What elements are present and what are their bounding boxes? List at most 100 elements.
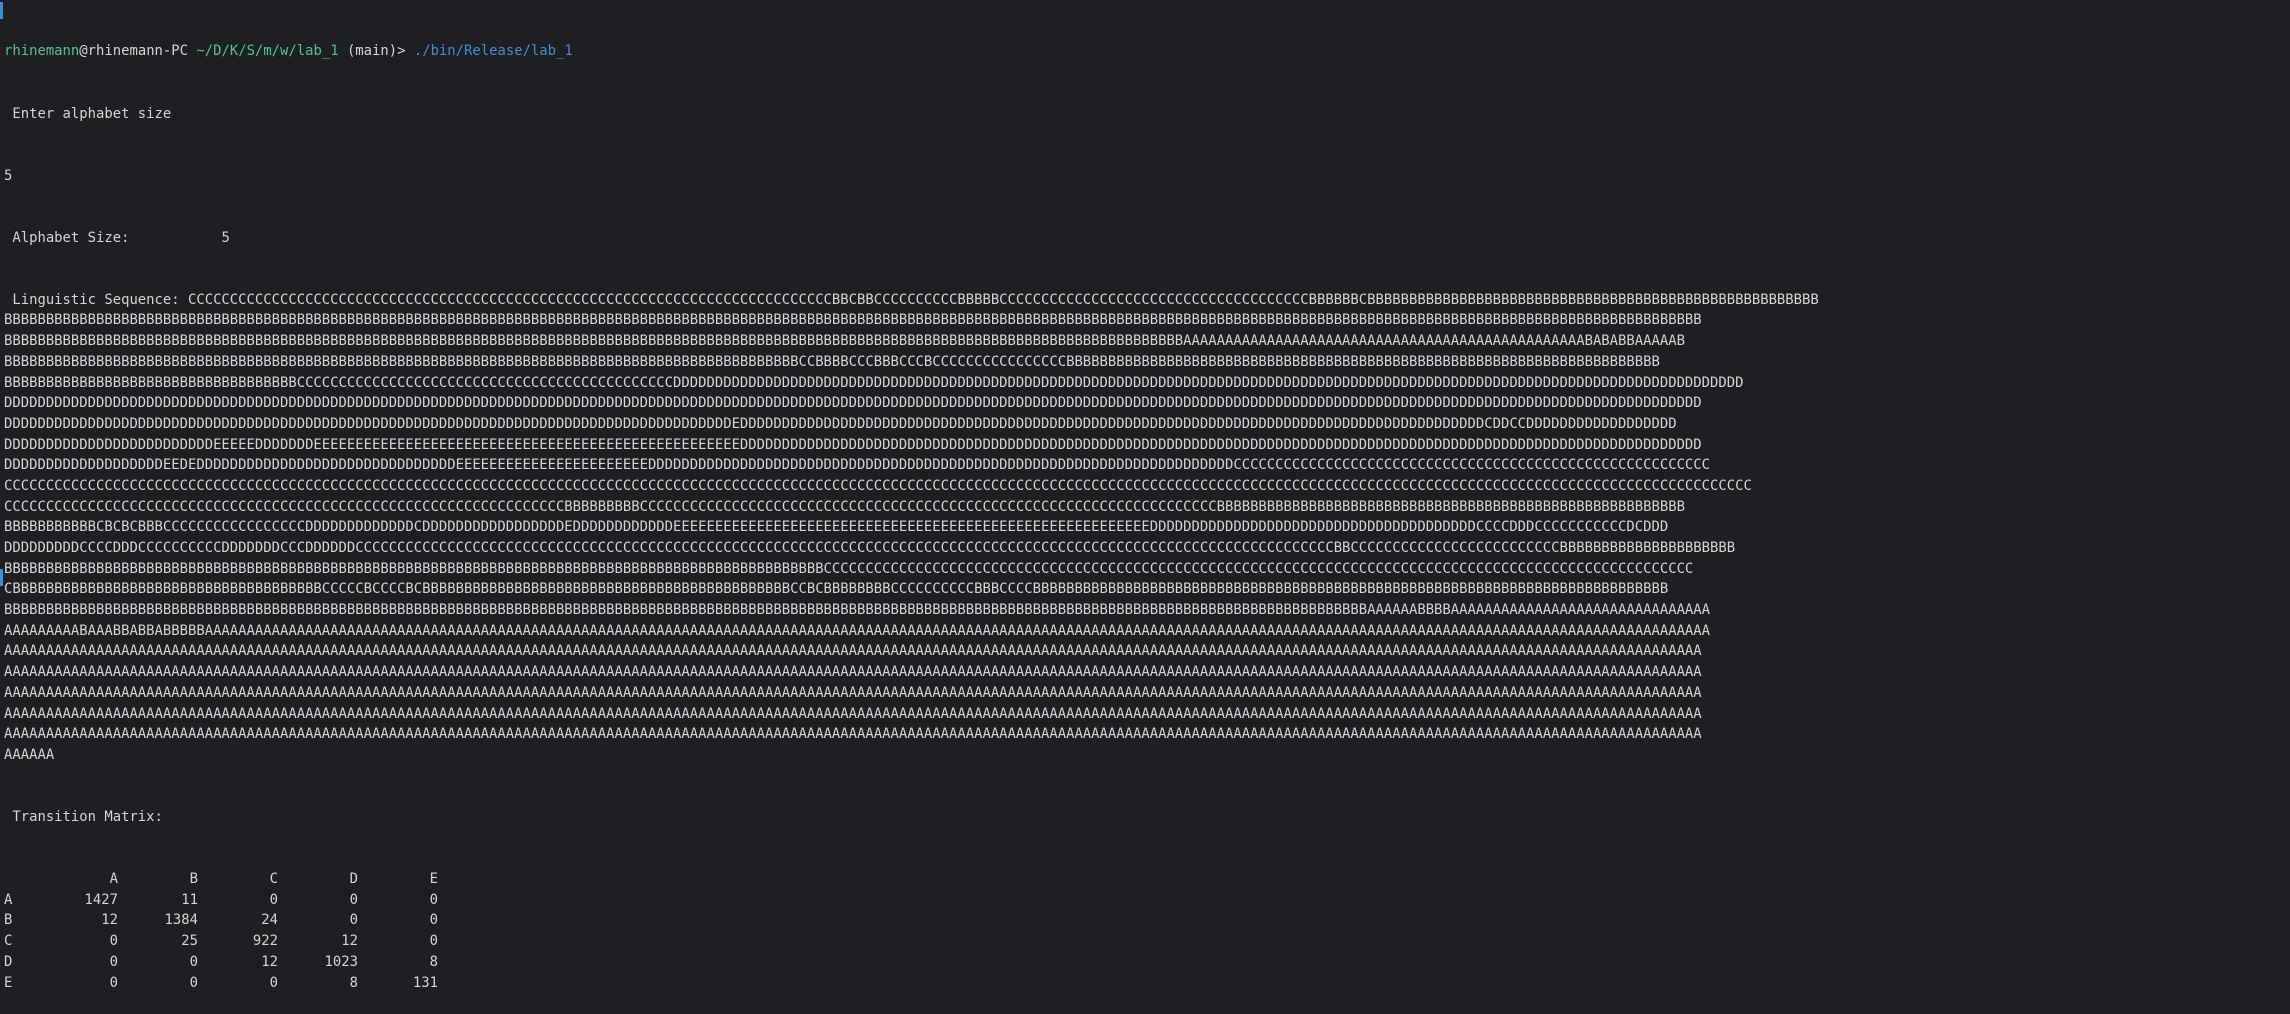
matrix-cell: 0 — [429, 933, 438, 950]
command-text: ./bin/Release/lab_1 — [413, 43, 573, 60]
matrix-cell: 24 — [261, 912, 278, 929]
matrix-row-label: A — [4, 891, 13, 908]
matrix-header-row: A B C D E — [4, 869, 2290, 890]
matrix-cell: 0 — [109, 933, 118, 950]
matrix-column-header: B — [189, 871, 198, 888]
sequence-line: CCCCCCCCCCCCCCCCCCCCCCCCCCCCCCCCCCCCCCCC… — [4, 497, 2290, 518]
sequence-text: BBBBBBBBBBBBBBBBBBBBBBBBBBBBBBBBBBBBBBBB… — [4, 333, 1685, 350]
input-value: 5 — [4, 167, 13, 184]
matrix-cell: 12 — [261, 953, 278, 970]
matrix-cell: 0 — [269, 891, 278, 908]
sequence-text: CCCCCCCCCCCCCCCCCCCCCCCCCCCCCCCCCCCCCCCC… — [187, 291, 1819, 308]
sequence-text: BBBBBBBBBBBBBBBBBBBBBBBBBBBBBBBBBBBBBBBB… — [4, 312, 1702, 329]
matrix-cell: 0 — [429, 912, 438, 929]
sequence-line: DDDDDDDDDDDDDDDDDDDDDDDDDDDDDDDDDDDDDDDD… — [4, 414, 2290, 435]
matrix-column-header: A — [109, 871, 118, 888]
matrix-cell: 11 — [181, 891, 198, 908]
matrix-cell: 0 — [109, 974, 118, 991]
sequence-line: DDDDDDDDDDDDDDDDDDDDDDDDDEEEEEDDDDDDDEEE… — [4, 435, 2290, 456]
sequence-text: DDDDDDDDDDDDDDDDDDDDDDDDDEEEEEDDDDDDDEEE… — [4, 436, 1702, 453]
matrix-column-header: C — [269, 871, 278, 888]
sequence-text: CCCCCCCCCCCCCCCCCCCCCCCCCCCCCCCCCCCCCCCC… — [4, 498, 1685, 515]
sequence-line: AAAAAAAAABAAABBABBABBBBBAAAAAAAAAAAAAAAA… — [4, 621, 2290, 642]
matrix-cell: 12 — [341, 933, 358, 950]
matrix-row: C 0 25 922 12 0 — [4, 931, 2290, 952]
sequence-text: DDDDDDDDDDDDDDDDDDDDDDDDDDDDDDDDDDDDDDDD… — [4, 395, 1702, 412]
sequence-line: DDDDDDDDDDDDDDDDDDDDDDDDDDDDDDDDDDDDDDDD… — [4, 393, 2290, 414]
alphabet-size-label: Alphabet Size: — [4, 229, 130, 246]
matrix-row-label: C — [4, 933, 13, 950]
sequence-text: BBBBBBBBBBBBBBBBBBBBBBBBBBBBBBBBBBBBBBBB… — [4, 353, 1660, 370]
sequence-line: AAAAAAAAAAAAAAAAAAAAAAAAAAAAAAAAAAAAAAAA… — [4, 683, 2290, 704]
transition-matrix: A B C D E A 1427 11 0 0 0 B 12 1384 24 0 0 C 0 25 922 12 0 D 0 0 1… — [4, 869, 2290, 993]
matrix-row-label: B — [4, 912, 13, 929]
sequence-text: AAAAAAAAAAAAAAAAAAAAAAAAAAAAAAAAAAAAAAAA… — [4, 664, 1702, 681]
matrix-cell: 1427 — [84, 891, 118, 908]
sequence-line: BBBBBBBBBBBBBBBBBBBBBBBBBBBBBBBBBBBBBBBB… — [4, 352, 2290, 373]
matrix-cell: 8 — [349, 974, 358, 991]
matrix-cell: 0 — [349, 891, 358, 908]
sequence-text: AAAAAAAAAAAAAAAAAAAAAAAAAAAAAAAAAAAAAAAA… — [4, 726, 1702, 743]
sequence-line: AAAAAAAAAAAAAAAAAAAAAAAAAAAAAAAAAAAAAAAA… — [4, 724, 2290, 745]
sequence-text: AAAAAAAAAAAAAAAAAAAAAAAAAAAAAAAAAAAAAAAA… — [4, 643, 1702, 660]
matrix-cell: 0 — [349, 912, 358, 929]
matrix-row-label: E — [4, 974, 13, 991]
alphabet-size-value: 5 — [221, 229, 230, 246]
matrix-column-header: E — [429, 871, 438, 888]
sequence-line: AAAAAAAAAAAAAAAAAAAAAAAAAAAAAAAAAAAAAAAA… — [4, 641, 2290, 662]
prompt-host: rhinemann-PC — [87, 43, 189, 60]
matrix-cell: 0 — [189, 953, 198, 970]
prompt-user: rhinemann — [4, 43, 80, 60]
matrix-cell: 0 — [189, 974, 198, 991]
matrix-row: B 12 1384 24 0 0 — [4, 910, 2290, 931]
terminal-window[interactable]: rhinemann@rhinemann-PC ~/D/K/S/m/w/lab_1… — [0, 0, 2290, 990]
matrix-cell: 12 — [101, 912, 118, 929]
sequence-text: BBBBBBBBBBBCBCBCBBBCCCCCCCCCCCCCCCCCDDDD… — [4, 519, 1669, 536]
matrix-cell: 0 — [429, 891, 438, 908]
sequence-line: BBBBBBBBBBBBBBBBBBBBBBBBBBBBBBBBBBBCCCCC… — [4, 373, 2290, 394]
sequence-line: Linguistic Sequence: CCCCCCCCCCCCCCCCCCC… — [4, 290, 2290, 311]
prompt-cursor-marker — [0, 2, 3, 19]
sequence-label: Linguistic Sequence: — [4, 291, 188, 308]
matrix-row: D 0 0 12 1023 8 — [4, 952, 2290, 973]
sequence-line: CCCCCCCCCCCCCCCCCCCCCCCCCCCCCCCCCCCCCCCC… — [4, 476, 2290, 497]
sequence-line: AAAAAAAAAAAAAAAAAAAAAAAAAAAAAAAAAAAAAAAA… — [4, 704, 2290, 725]
sequence-text: DDDDDDDDDCCCCDDDCCCCCCCCCCDDDDDDDCCCDDDD… — [4, 540, 1736, 557]
sequence-line: BBBBBBBBBBBBBBBBBBBBBBBBBBBBBBBBBBBBBBBB… — [4, 331, 2290, 352]
alphabet-size-line: Alphabet Size: 5 — [4, 228, 2290, 249]
sequence-text: AAAAAA — [4, 746, 55, 763]
sequence-text: AAAAAAAAABAAABBABBABBBBBAAAAAAAAAAAAAAAA… — [4, 622, 1711, 639]
sequence-line: CBBBBBBBBBBBBBBBBBBBBBBBBBBBBBBBBBBBBBCC… — [4, 579, 2290, 600]
sequence-text: BBBBBBBBBBBBBBBBBBBBBBBBBBBBBBBBBBBBBBBB… — [4, 560, 1694, 577]
matrix-cell: 25 — [181, 933, 198, 950]
prompt-at: @ — [79, 43, 88, 60]
sequence-line: BBBBBBBBBBBCBCBCBBBCCCCCCCCCCCCCCCCCDDDD… — [4, 517, 2290, 538]
enter-size-prompt: Enter alphabet size — [4, 105, 172, 122]
matrix-cell: 1384 — [164, 912, 198, 929]
sequence-text: CCCCCCCCCCCCCCCCCCCCCCCCCCCCCCCCCCCCCCCC… — [4, 477, 1752, 494]
sequence-text: CBBBBBBBBBBBBBBBBBBBBBBBBBBBBBBBBBBBBBCC… — [4, 581, 1669, 598]
matrix-row: E 0 0 0 8 131 — [4, 973, 2290, 994]
sequence-line: BBBBBBBBBBBBBBBBBBBBBBBBBBBBBBBBBBBBBBBB… — [4, 559, 2290, 580]
prompt-line: rhinemann@rhinemann-PC ~/D/K/S/m/w/lab_1… — [4, 41, 2290, 62]
sequence-text: DDDDDDDDDDDDDDDDDDDEEDEDDDDDDDDDDDDDDDDD… — [4, 457, 1711, 474]
matrix-column-header: D — [349, 871, 358, 888]
sequence-line: BBBBBBBBBBBBBBBBBBBBBBBBBBBBBBBBBBBBBBBB… — [4, 310, 2290, 331]
sequence-text: AAAAAAAAAAAAAAAAAAAAAAAAAAAAAAAAAAAAAAAA… — [4, 684, 1702, 701]
matrix-cell: 131 — [412, 974, 438, 991]
matrix-row: A 1427 11 0 0 0 — [4, 890, 2290, 911]
sequence-text: AAAAAAAAAAAAAAAAAAAAAAAAAAAAAAAAAAAAAAAA… — [4, 705, 1702, 722]
sequence-line: BBBBBBBBBBBBBBBBBBBBBBBBBBBBBBBBBBBBBBBB… — [4, 600, 2290, 621]
matrix-label: Transition Matrix: — [4, 809, 163, 825]
sequence-line: DDDDDDDDDCCCCDDDCCCCCCCCCCDDDDDDDCCCDDDD… — [4, 538, 2290, 559]
matrix-cell: 922 — [252, 933, 278, 950]
matrix-cursor-marker — [0, 569, 3, 586]
sequence-output: Linguistic Sequence: CCCCCCCCCCCCCCCCCCC… — [4, 290, 2290, 766]
sequence-text: BBBBBBBBBBBBBBBBBBBBBBBBBBBBBBBBBBBBBBBB… — [4, 602, 1711, 619]
matrix-cell: 0 — [109, 953, 118, 970]
matrix-cell: 0 — [269, 974, 278, 991]
sequence-line: AAAAAAAAAAAAAAAAAAAAAAAAAAAAAAAAAAAAAAAA… — [4, 662, 2290, 683]
prompt-branch: (main)> — [346, 43, 406, 60]
sequence-text: DDDDDDDDDDDDDDDDDDDDDDDDDDDDDDDDDDDDDDDD… — [4, 415, 1677, 432]
matrix-cell: 8 — [429, 953, 438, 970]
